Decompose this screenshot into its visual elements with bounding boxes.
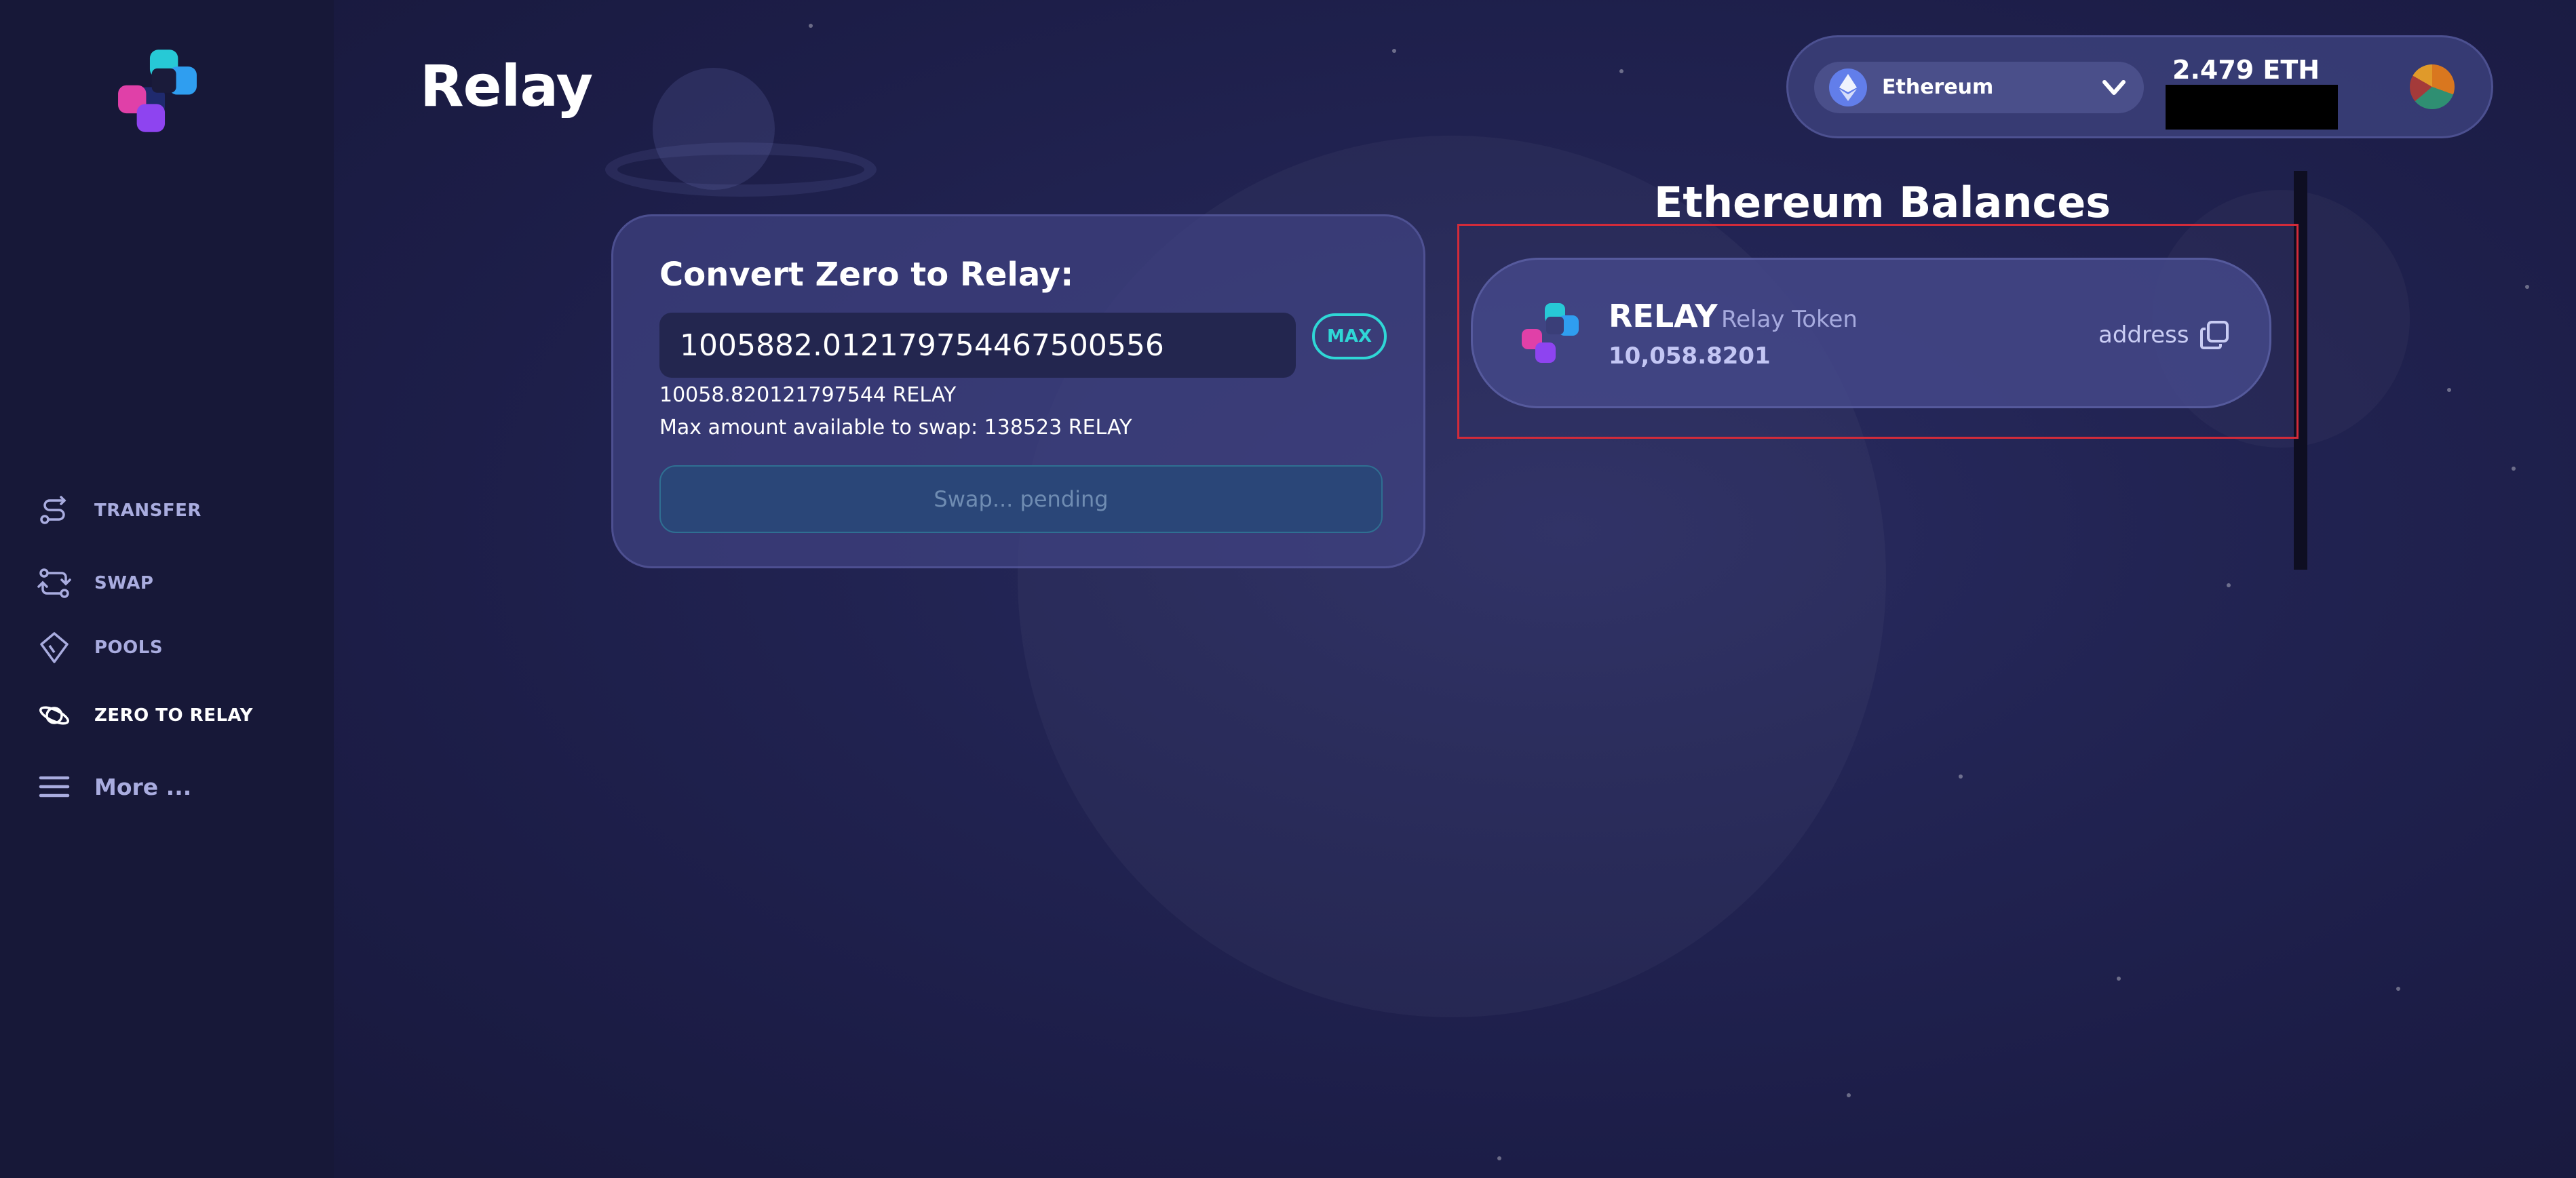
copy-icon — [2199, 321, 2229, 349]
menu-icon — [39, 776, 70, 798]
sidebar-item-label: TRANSFER — [94, 500, 201, 521]
copy-address-button[interactable]: address — [2098, 319, 2230, 351]
convert-card: Convert Zero to Relay: MAX 10058.8201217… — [611, 214, 1425, 568]
star — [1497, 1156, 1501, 1160]
star — [2512, 467, 2516, 471]
main-content: Relay Convert Zero to Relay: MAX 10058.8… — [334, 0, 2576, 1178]
convert-title: Convert Zero to Relay: — [659, 256, 1074, 294]
network-select[interactable]: Ethereum — [1814, 62, 2144, 113]
sidebar-item-more[interactable]: More ... — [37, 766, 191, 807]
pools-icon — [40, 632, 69, 663]
star — [2396, 987, 2400, 991]
planet-icon — [39, 706, 69, 725]
star — [2447, 388, 2451, 392]
wallet-header: Ethereum 2.479 ETH — [1786, 35, 2493, 138]
star — [1847, 1093, 1851, 1097]
transfer-icon — [40, 496, 66, 524]
sidebar-item-label: POOLS — [94, 637, 164, 658]
token-symbol: RELAY — [1609, 298, 1718, 334]
chevron-down-icon — [2102, 80, 2126, 95]
star — [809, 24, 813, 28]
max-button[interactable]: MAX — [1312, 313, 1387, 359]
star — [1392, 49, 1396, 53]
app-root: TRANSFER SWAP POOLS ZERO TO RELAY More .… — [0, 0, 2576, 1178]
token-amount: 10,058.8201 — [1609, 342, 1771, 370]
sidebar-item-transfer[interactable]: TRANSFER — [37, 490, 201, 531]
sidebar-item-zero-to-relay[interactable]: ZERO TO RELAY — [37, 695, 253, 736]
token-name: Relay Token — [1721, 306, 1858, 333]
token-card-relay[interactable]: RELAY Relay Token 10,058.8201 address — [1471, 258, 2271, 408]
sidebar-item-label: SWAP — [94, 573, 154, 593]
ethereum-icon — [1829, 68, 1867, 106]
star — [2525, 285, 2529, 289]
page-title: Relay — [420, 53, 593, 119]
amount-input[interactable] — [659, 313, 1296, 378]
redacted-address — [2166, 85, 2338, 130]
eth-balance: 2.479 ETH — [2172, 55, 2320, 85]
star — [2227, 583, 2231, 587]
sidebar-item-pools[interactable]: POOLS — [37, 627, 163, 668]
avatar[interactable] — [2410, 64, 2455, 109]
star — [1959, 774, 1963, 779]
background-saturn-ring — [605, 142, 877, 197]
star — [2117, 977, 2121, 981]
address-label: address — [2098, 321, 2189, 349]
max-available-text: Max amount available to swap: 138523 REL… — [659, 416, 1132, 439]
swap-button[interactable]: Swap... pending — [659, 465, 1383, 533]
star — [1619, 69, 1623, 73]
converted-amount: 10058.820121797544 RELAY — [659, 383, 957, 407]
relay-token-icon — [1522, 303, 1579, 363]
swap-icon — [37, 568, 71, 598]
network-label: Ethereum — [1882, 75, 1994, 99]
sidebar-item-label: ZERO TO RELAY — [94, 705, 253, 726]
sidebar-item-swap[interactable]: SWAP — [37, 563, 153, 604]
sidebar-item-label: More ... — [94, 773, 192, 800]
balances-title: Ethereum Balances — [1654, 178, 2111, 227]
sidebar: TRANSFER SWAP POOLS ZERO TO RELAY More .… — [0, 0, 334, 1178]
relay-logo-icon[interactable] — [111, 44, 204, 138]
